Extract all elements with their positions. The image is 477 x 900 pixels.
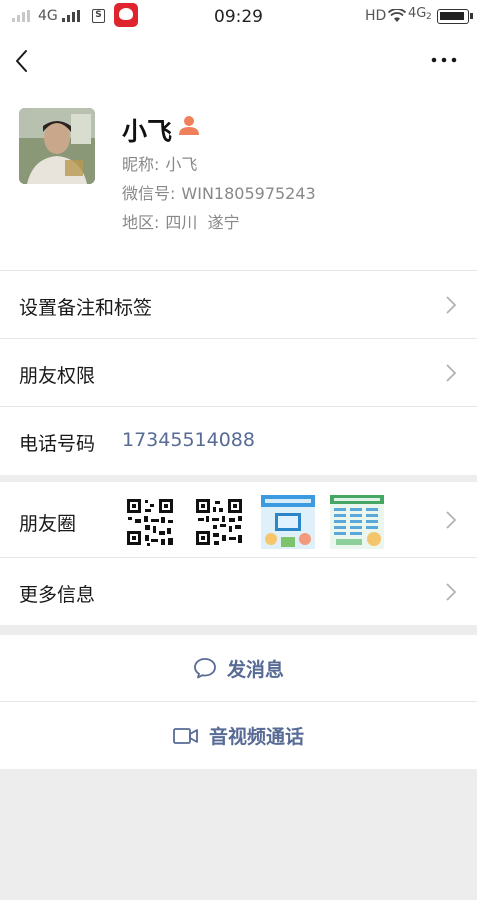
phone-number-link[interactable]: 17345514088 <box>122 429 255 451</box>
wechat-id-row: 微信号: WIN1805975243 <box>122 180 316 204</box>
chevron-right-icon <box>446 511 457 529</box>
battery-icon <box>437 9 473 24</box>
friend-permissions-row[interactable]: 朋友权限 <box>0 339 477 407</box>
contact-person-icon <box>179 116 199 135</box>
moments-row[interactable]: 朋友圈 <box>0 482 477 558</box>
phone-number-row: 电话号码 17345514088 <box>0 407 477 475</box>
send-message-button[interactable]: 发消息 <box>0 635 477 702</box>
actions-section: 发消息 音视频通话 <box>0 635 477 769</box>
more-options-button[interactable] <box>430 56 458 68</box>
chevron-right-icon <box>446 296 457 314</box>
moments-thumb-poster <box>261 495 315 549</box>
contact-name: 小飞 <box>122 117 173 146</box>
chevron-right-icon <box>446 364 457 382</box>
moments-thumb-qrcode-1 <box>123 495 177 549</box>
chevron-left-icon <box>16 50 27 72</box>
more-info-label: 更多信息 <box>19 584 96 606</box>
status-bar: 4G S 09:29 HD 4G 2 <box>0 0 477 34</box>
hd-indicator: HD <box>365 8 387 24</box>
chat-bubble-icon <box>194 658 216 679</box>
contact-settings-section: 设置备注和标签 朋友权限 电话号码 17345514088 <box>0 270 477 475</box>
moments-section: 朋友圈 更多信息 <box>0 482 477 625</box>
av-call-button[interactable]: 音视频通话 <box>0 702 477 769</box>
region-value: 四川 遂宁 <box>165 213 240 232</box>
back-button[interactable] <box>12 48 36 76</box>
chevron-right-icon <box>446 583 457 601</box>
avatar[interactable] <box>19 108 95 184</box>
region-row: 地区: 四川 遂宁 <box>122 209 240 233</box>
moments-thumb-chart <box>330 495 384 549</box>
moments-label: 朋友圈 <box>19 513 77 535</box>
nickname-row: 昵称: 小飞 <box>122 151 197 175</box>
av-call-label: 音视频通话 <box>208 726 304 748</box>
nickname-label: 昵称: <box>122 155 160 174</box>
sim-slot-number: 2 <box>426 12 432 22</box>
more-info-row[interactable]: 更多信息 <box>0 558 477 625</box>
profile-header: 小飞 昵称: 小飞 微信号: WIN1805975243 地区: 四川 遂宁 <box>0 34 477 270</box>
region-label: 地区: <box>122 213 160 232</box>
remark-tags-label: 设置备注和标签 <box>19 297 153 319</box>
video-camera-icon <box>173 727 198 744</box>
moments-thumbnails <box>123 495 384 549</box>
friend-permissions-label: 朋友权限 <box>19 365 96 387</box>
wechat-id-label: 微信号: <box>122 184 176 203</box>
phone-number-label: 电话号码 <box>19 433 96 455</box>
avatar-photo <box>19 108 95 184</box>
send-message-label: 发消息 <box>226 658 284 681</box>
wifi-icon <box>388 9 406 22</box>
wechat-id-value: WIN1805975243 <box>181 184 316 203</box>
remark-tags-row[interactable]: 设置备注和标签 <box>0 271 477 339</box>
network-type-right: 4G <box>408 6 427 21</box>
more-dots-icon <box>431 57 457 63</box>
nickname-value: 小飞 <box>165 155 198 174</box>
moments-thumb-qrcode-2 <box>192 495 246 549</box>
